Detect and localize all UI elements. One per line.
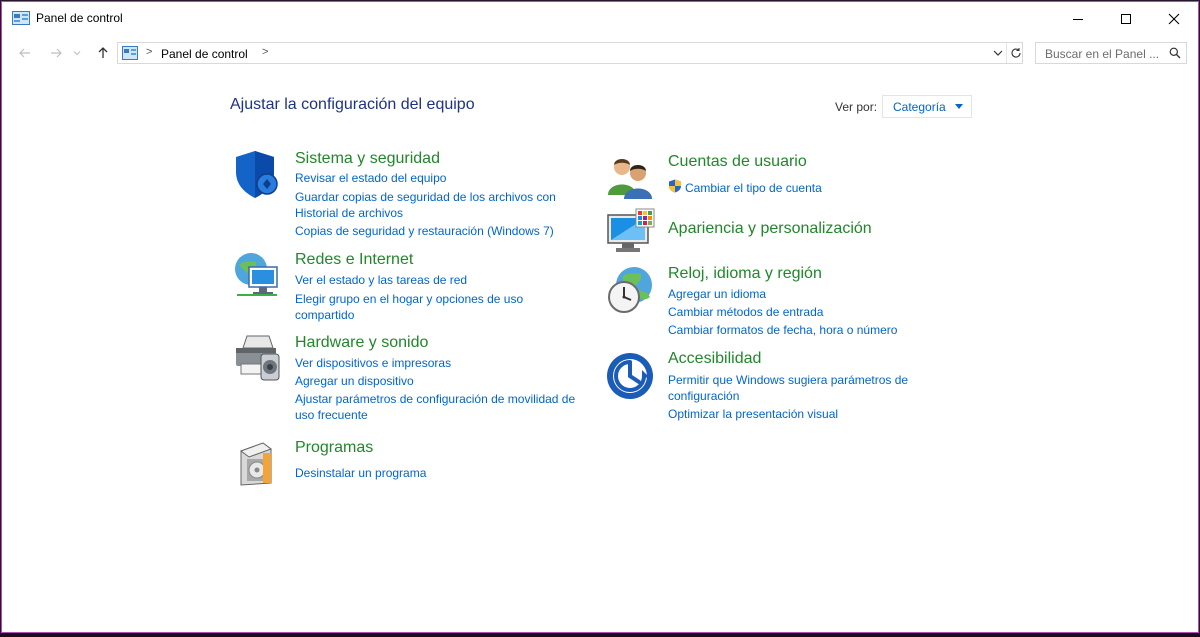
forward-button[interactable] — [45, 42, 67, 64]
recent-locations-button[interactable] — [70, 42, 84, 64]
link-suggest-settings[interactable]: Permitir que Windows sugiera parámetros … — [668, 372, 908, 388]
minimize-button[interactable] — [1054, 2, 1102, 36]
caret-down-icon — [955, 104, 963, 109]
link-add-language[interactable]: Agregar un idioma — [668, 286, 766, 302]
monitor-palette-icon[interactable] — [606, 207, 656, 257]
minimize-icon — [1073, 19, 1083, 20]
up-button[interactable] — [92, 42, 114, 64]
refresh-icon — [1010, 48, 1021, 58]
category-title[interactable]: Redes e Internet — [295, 251, 413, 269]
link-homegroup-continued[interactable]: compartido — [295, 307, 354, 323]
maximize-button[interactable] — [1102, 2, 1150, 36]
link-add-device[interactable]: Agregar un dispositivo — [295, 373, 414, 389]
breadcrumb-control-panel[interactable]: Panel de control — [161, 47, 248, 61]
category-title[interactable]: Accesibilidad — [668, 350, 761, 368]
category-title[interactable]: Cuentas de usuario — [668, 153, 807, 171]
link-mobility-settings-continued[interactable]: uso frecuente — [295, 407, 368, 423]
page-title: Ajustar la configuración del equipo — [230, 96, 475, 113]
link-change-account-type[interactable]: Cambiar el tipo de cuenta — [685, 180, 822, 196]
clock-globe-icon[interactable] — [606, 265, 656, 315]
category-title[interactable]: Apariencia y personalización — [668, 220, 872, 238]
window-title: Panel de control — [36, 11, 123, 25]
arrow-left-icon — [19, 48, 30, 58]
programs-box-icon[interactable] — [233, 439, 283, 489]
title-bar[interactable]: Panel de control — [2, 2, 1198, 36]
arrow-right-icon — [51, 48, 62, 58]
control-panel-icon — [12, 11, 30, 25]
link-date-formats[interactable]: Cambiar formatos de fecha, hora o número — [668, 322, 897, 338]
view-by-dropdown[interactable]: Categoría — [882, 95, 972, 118]
link-backup-restore[interactable]: Copias de seguridad y restauración (Wind… — [295, 223, 554, 239]
link-optimize-visual[interactable]: Optimizar la presentación visual — [668, 406, 838, 422]
address-bar[interactable]: > Panel de control > — [117, 42, 1023, 64]
link-mobility-settings[interactable]: Ajustar parámetros de configuración de m… — [295, 391, 575, 407]
link-file-history[interactable]: Guardar copias de seguridad de los archi… — [295, 189, 556, 205]
link-input-methods[interactable]: Cambiar métodos de entrada — [668, 304, 823, 320]
maximize-icon — [1121, 14, 1131, 24]
network-globe-icon[interactable] — [233, 251, 283, 301]
arrow-up-icon — [98, 47, 108, 58]
search-icon — [1169, 47, 1181, 59]
shield-icon[interactable] — [233, 150, 283, 200]
category-title[interactable]: Reloj, idioma y región — [668, 265, 822, 283]
control-panel-icon — [122, 46, 138, 60]
category-title[interactable]: Programas — [295, 439, 373, 457]
back-button[interactable] — [14, 42, 36, 64]
uac-shield-icon — [669, 179, 681, 193]
desktop-background-strip — [0, 633, 1200, 637]
close-icon — [1168, 13, 1180, 25]
category-title[interactable]: Sistema y seguridad — [295, 150, 440, 168]
link-homegroup[interactable]: Elegir grupo en el hogar y opciones de u… — [295, 291, 523, 307]
view-by-label: Ver por: — [835, 100, 878, 114]
close-button[interactable] — [1150, 2, 1198, 36]
printer-icon[interactable] — [233, 334, 283, 384]
link-uninstall-program[interactable]: Desinstalar un programa — [295, 465, 426, 481]
link-network-status[interactable]: Ver el estado y las tareas de red — [295, 272, 467, 288]
view-by-value: Categoría — [893, 100, 946, 114]
breadcrumb-separator-icon: > — [146, 46, 153, 58]
link-suggest-settings-continued[interactable]: configuración — [668, 388, 739, 404]
control-panel-window: Panel de control > Panel de control > Bu… — [1, 1, 1199, 633]
users-icon[interactable] — [606, 153, 656, 203]
link-file-history-continued[interactable]: Historial de archivos — [295, 205, 403, 221]
chevron-down-icon — [73, 51, 81, 56]
search-box[interactable]: Buscar en el Panel ... — [1035, 42, 1187, 64]
category-title[interactable]: Hardware y sonido — [295, 334, 428, 352]
breadcrumb-separator-icon[interactable]: > — [262, 46, 268, 58]
chevron-down-icon[interactable] — [990, 45, 1006, 61]
refresh-button[interactable] — [1006, 43, 1024, 63]
accessibility-icon[interactable] — [606, 350, 656, 400]
link-devices-printers[interactable]: Ver dispositivos e impresoras — [295, 355, 451, 371]
search-input[interactable]: Buscar en el Panel ... — [1045, 47, 1159, 61]
link-check-status[interactable]: Revisar el estado del equipo — [295, 170, 446, 186]
